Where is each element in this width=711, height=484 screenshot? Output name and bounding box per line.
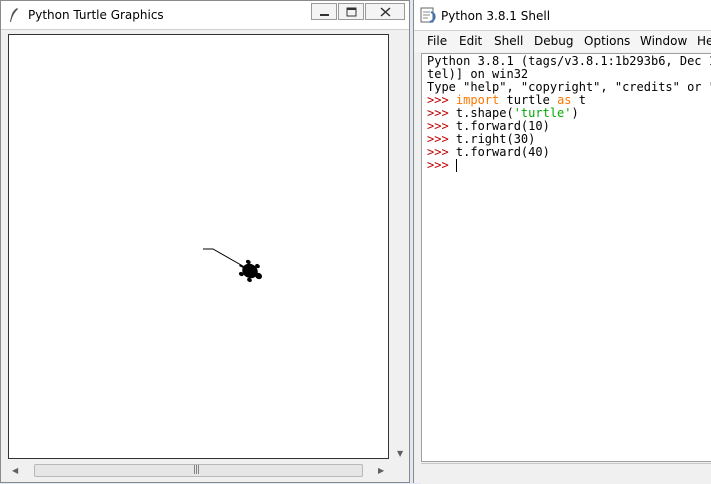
prompt: >>> xyxy=(427,106,456,120)
close-icon xyxy=(380,7,391,17)
keyword-as: as xyxy=(557,93,572,107)
menu-shell[interactable]: Shell xyxy=(494,34,523,48)
shell-text-area[interactable]: Python 3.8.1 (tags/v3.8.1:1b293b6, Dec 1… xyxy=(421,53,711,462)
minimize-button[interactable] xyxy=(311,3,337,20)
code-text: t.right(30) xyxy=(455,132,536,146)
menu-window[interactable]: Window xyxy=(640,34,687,48)
scroll-right-arrow-icon[interactable]: ▶ xyxy=(378,466,384,476)
code-text: t.forward(40) xyxy=(455,145,550,159)
shell-title-bar[interactable]: Python 3.8.1 Shell xyxy=(414,0,711,31)
prompt: >>> xyxy=(427,145,456,159)
menu-options[interactable]: Options xyxy=(584,34,630,48)
alias-text: t xyxy=(571,93,586,107)
turtle-vertical-scrollbar[interactable]: ▼ xyxy=(392,34,409,462)
maximize-icon xyxy=(346,7,357,17)
string-literal: 'turtle' xyxy=(513,106,572,120)
code-text: t.shape( xyxy=(455,106,514,120)
prompt: >>> xyxy=(427,132,456,146)
menu-file[interactable]: File xyxy=(427,34,447,48)
feather-icon xyxy=(8,7,20,23)
menu-help[interactable]: He xyxy=(697,34,711,48)
module-text: turtle xyxy=(499,93,558,107)
prompt: >>> xyxy=(427,119,456,133)
turtle-title-bar[interactable]: Python Turtle Graphics xyxy=(1,1,409,30)
text-cursor xyxy=(455,159,457,172)
maximize-button[interactable] xyxy=(338,3,364,20)
horizontal-scroll-thumb[interactable]: ||| xyxy=(34,464,363,477)
turtle-shape-icon xyxy=(238,259,263,283)
turtle-graphics-window: Python Turtle Graphics ▼ ◀ ||| ▶ xyxy=(0,0,410,483)
menu-edit[interactable]: Edit xyxy=(459,34,482,48)
shell-status-bar xyxy=(421,463,711,484)
current-input-line[interactable]: >>> xyxy=(427,159,457,172)
scroll-left-arrow-icon[interactable]: ◀ xyxy=(12,466,18,476)
close-button[interactable] xyxy=(365,3,405,20)
turtle-window-title: Python Turtle Graphics xyxy=(28,8,164,22)
keyword-import: import xyxy=(455,93,500,107)
menu-debug[interactable]: Debug xyxy=(534,34,573,48)
code-text: ) xyxy=(571,106,579,120)
scroll-grip: ||| xyxy=(193,465,200,475)
shell-menu-bar: File Edit Shell Debug Options Window He xyxy=(414,31,711,52)
prompt: >>> xyxy=(427,158,456,172)
idle-shell-icon xyxy=(420,6,438,24)
turtle-canvas[interactable] xyxy=(8,34,389,459)
shell-window-title: Python 3.8.1 Shell xyxy=(441,9,551,23)
scroll-down-arrow-icon[interactable]: ▼ xyxy=(397,449,403,459)
prompt: >>> xyxy=(427,93,456,107)
code-text: t.forward(10) xyxy=(455,119,550,133)
turtle-horizontal-scrollbar[interactable]: ◀ ||| ▶ xyxy=(8,462,389,479)
minimize-icon xyxy=(320,14,329,16)
python-shell-window: Python 3.8.1 Shell File Edit Shell Debug… xyxy=(413,0,711,484)
